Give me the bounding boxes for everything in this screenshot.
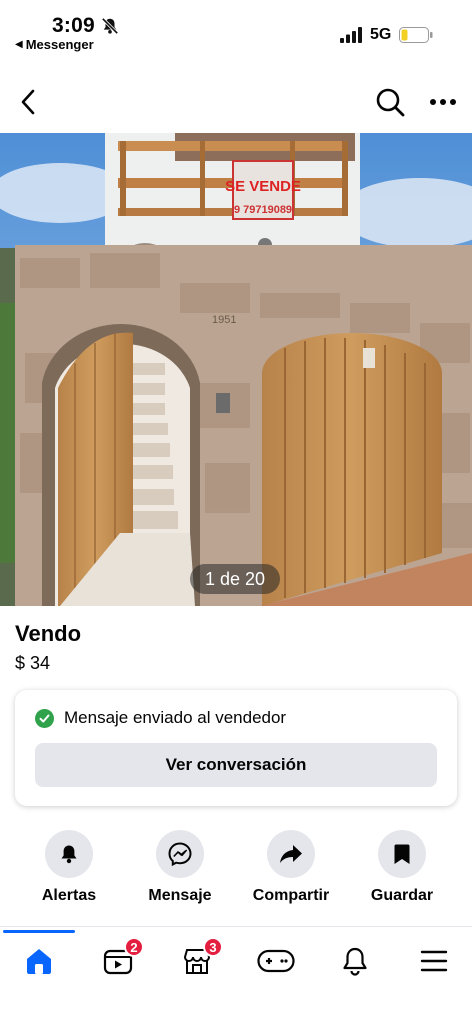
sign-line1: SE VENDE — [225, 178, 301, 195]
status-bar: 3:09 ◀ Messenger 5G — [0, 0, 472, 60]
notifications-icon — [343, 947, 367, 976]
view-conversation-button[interactable]: Ver conversación — [35, 743, 437, 787]
tab-video[interactable]: 2 — [98, 937, 144, 981]
tab-gaming[interactable] — [256, 941, 296, 981]
back-to-app-link[interactable]: ◀ Messenger — [15, 37, 94, 52]
message-action[interactable]: Mensaje — [125, 830, 235, 905]
bottom-tab-bar: 2 3 — [0, 926, 472, 996]
status-time: 3:09 — [52, 14, 95, 37]
tab-home[interactable] — [19, 941, 59, 981]
listing-photo[interactable]: SE VENDE 9 79719089 1951 1 de 20 — [0, 133, 472, 606]
house-photo-illustration: SE VENDE 9 79719089 1951 — [0, 133, 472, 606]
bookmark-icon[interactable] — [378, 830, 426, 878]
menu-icon — [420, 950, 448, 972]
home-icon — [27, 949, 51, 974]
share-action[interactable]: Compartir — [236, 830, 346, 905]
active-tab-indicator — [3, 930, 75, 933]
listing-title: Vendo — [15, 621, 82, 646]
marketplace-badge: 3 — [203, 937, 223, 957]
action-row: Alertas Mensaje Compartir Guardar — [0, 830, 472, 910]
tab-marketplace[interactable]: 3 — [177, 937, 223, 981]
message-sent-card: Mensaje enviado al vendedor Ver conversa… — [15, 690, 457, 806]
battery-icon — [399, 27, 433, 43]
messenger-icon[interactable] — [156, 830, 204, 878]
back-triangle-icon: ◀ — [15, 39, 23, 50]
gaming-icon — [257, 949, 295, 973]
search-icon[interactable] — [374, 86, 406, 118]
message-status-text: Mensaje enviado al vendedor — [64, 708, 287, 727]
more-options-icon[interactable] — [428, 92, 458, 112]
bell-icon[interactable] — [45, 830, 93, 878]
house-number: 1951 — [212, 314, 236, 326]
check-circle-icon — [35, 708, 54, 728]
message-status: Mensaje enviado al vendedor — [35, 708, 286, 728]
back-arrow-icon[interactable] — [14, 86, 44, 118]
share-icon[interactable] — [267, 830, 315, 878]
bell-off-icon — [101, 17, 119, 35]
listing-price: $ 34 — [15, 653, 51, 673]
save-label: Guardar — [370, 887, 434, 904]
save-action[interactable]: Guardar — [347, 830, 457, 905]
tab-menu[interactable] — [414, 941, 454, 981]
network-label: 5G — [370, 26, 392, 43]
alerts-action[interactable]: Alertas — [14, 830, 124, 905]
message-label: Mensaje — [148, 887, 212, 904]
tab-notifications[interactable] — [335, 941, 375, 981]
photo-counter: 1 de 20 — [190, 564, 280, 594]
back-app-label: Messenger — [25, 37, 94, 52]
signal-icon — [340, 27, 362, 43]
alerts-label: Alertas — [41, 887, 97, 904]
sign-line2: 9 79719089 — [234, 204, 292, 216]
video-badge: 2 — [124, 937, 144, 957]
share-label: Compartir — [252, 887, 330, 904]
top-nav — [0, 72, 472, 132]
